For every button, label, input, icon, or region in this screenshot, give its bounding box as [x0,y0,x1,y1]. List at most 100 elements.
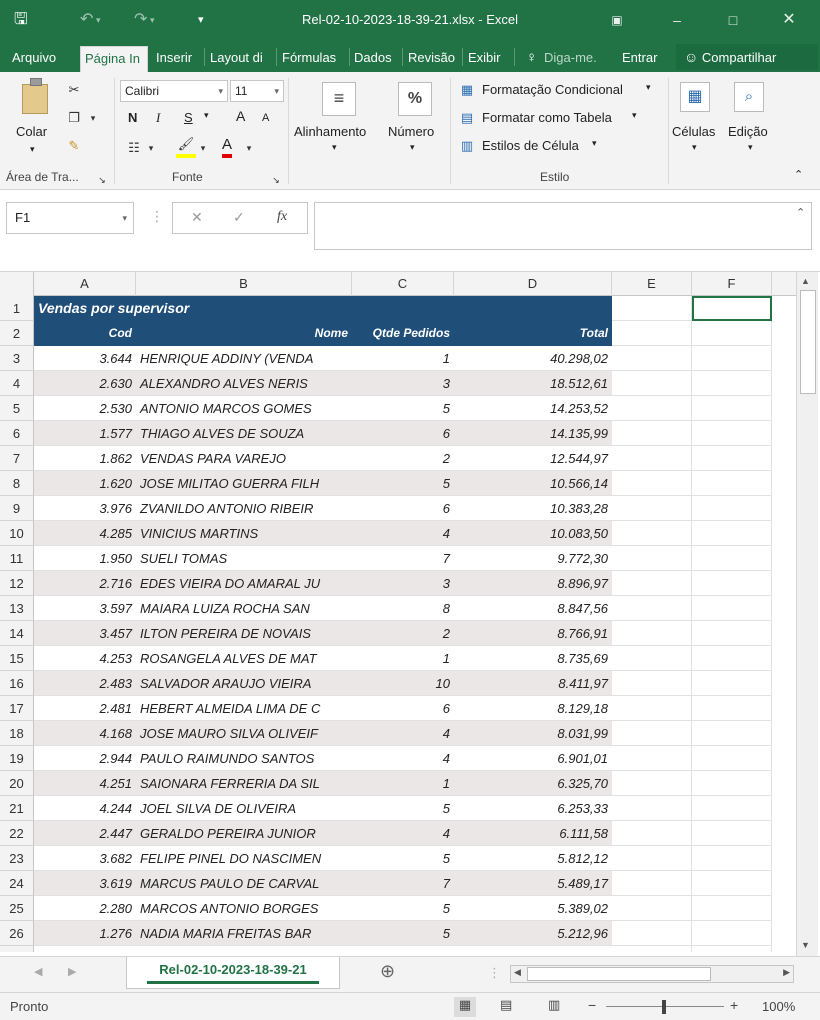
vertical-scrollbar[interactable]: ▲ ▼ [796,272,818,956]
column-header-e[interactable]: E [612,272,692,296]
page-layout-view-icon[interactable]: ▤ [500,997,512,1013]
cell-nome[interactable]: JOSE MILITAO GUERRA FILH [136,471,352,496]
cell-nome[interactable]: MAIARA LUIZA ROCHA SAN [136,596,352,621]
header-qtde[interactable]: Qtde Pedidos [352,321,454,346]
tab-revisao[interactable]: Revisão [404,46,460,72]
cell-nome[interactable]: VINICIUS MARTINS [136,521,352,546]
cell-total[interactable]: 5.389,02 [454,896,612,921]
cell-nome[interactable]: SALVADOR ARAUJO VIEIRA [136,671,352,696]
cell-qtde[interactable]: 6 [352,421,454,446]
row-header[interactable]: 16 [0,671,34,696]
cell[interactable] [692,371,772,396]
cell-cod[interactable]: 2.387 [34,946,136,952]
sheet-tab-active[interactable]: Rel-02-10-2023-18-39-21 [126,957,340,989]
cell[interactable] [612,896,692,921]
tab-dados[interactable]: Dados [350,46,400,72]
cell[interactable] [692,321,772,346]
row-header[interactable]: 7 [0,446,34,471]
font-color-dropdown-icon[interactable]: ▾ [244,138,254,158]
bold-button[interactable]: N [128,110,137,125]
tab-arquivo[interactable]: Arquivo [8,46,60,72]
cell-cod[interactable]: 4.285 [34,521,136,546]
worksheet-grid[interactable]: A B C D E F 1 Vendas por supervisor 2 Co… [0,272,796,952]
cell-cod[interactable]: 3.457 [34,621,136,646]
editing-button[interactable]: Edição [728,124,768,139]
tab-pagina-inicial[interactable]: Página In [80,46,148,72]
cell[interactable] [612,696,692,721]
row-header[interactable]: 26 [0,921,34,946]
cut-icon[interactable]: ✂ [64,80,84,100]
header-total[interactable]: Total [454,321,612,346]
cell-total[interactable]: 18.512,61 [454,371,612,396]
cell-qtde[interactable]: 5 [352,896,454,921]
cell[interactable] [692,346,772,371]
conditional-formatting-button[interactable]: Formatação Condicional [482,82,623,97]
copy-dropdown-icon[interactable]: ▾ [88,108,98,128]
cell-qtde[interactable]: 7 [352,546,454,571]
cell-nome[interactable]: JOSE MAURO SILVA OLIVEIF [136,721,352,746]
selected-cell-f1[interactable] [692,296,772,321]
cell[interactable] [612,296,692,321]
column-header-f[interactable]: F [692,272,772,296]
column-header-a[interactable]: A [34,272,136,296]
row-header[interactable]: 4 [0,371,34,396]
copy-icon[interactable]: ❐ [64,108,84,128]
cell[interactable] [612,496,692,521]
cell[interactable] [692,796,772,821]
name-box[interactable]: F1 ▾ [6,202,134,234]
cell-cod[interactable]: 3.619 [34,871,136,896]
cell[interactable] [692,696,772,721]
row-header[interactable]: 11 [0,546,34,571]
cell-total[interactable]: 6.111,58 [454,821,612,846]
cell-total[interactable]: 5.048,03 [454,946,612,952]
cell-qtde[interactable]: 1 [352,646,454,671]
cell-total[interactable]: 8.031,99 [454,721,612,746]
cell[interactable] [612,621,692,646]
cell-nome[interactable]: HEBERT ALMEIDA LIMA DE C [136,696,352,721]
number-dropdown-icon[interactable]: ▾ [410,142,415,153]
cell-cod[interactable]: 1.577 [34,421,136,446]
fill-color-icon[interactable]: 🖌 [176,134,196,158]
row-header[interactable]: 14 [0,621,34,646]
font-color-button[interactable]: A [222,136,233,158]
font-launcher-icon[interactable]: ↘ [270,170,282,190]
cell-cod[interactable]: 1.620 [34,471,136,496]
maximize-icon[interactable]: □ [718,6,748,34]
cell-nome[interactable]: ZVANILDO ANTONIO RIBEIR [136,496,352,521]
paste-button[interactable]: Colar [16,124,47,139]
horizontal-scrollbar[interactable]: ◀ ▶ [510,965,794,983]
row-header[interactable]: 5 [0,396,34,421]
cell-qtde[interactable]: 2 [352,446,454,471]
column-header-c[interactable]: C [352,272,454,296]
cell-qtde[interactable]: 6 [352,496,454,521]
cell-cod[interactable]: 1.950 [34,546,136,571]
cell-cod[interactable]: 2.530 [34,396,136,421]
ribbon-display-icon[interactable]: ▣ [602,6,632,34]
cell[interactable] [692,396,772,421]
cell-nome[interactable]: MARCUS PAULO DE CARVAL [136,871,352,896]
cell-cod[interactable]: 2.944 [34,746,136,771]
cell-total[interactable]: 10.566,14 [454,471,612,496]
cell[interactable] [612,321,692,346]
row-header[interactable]: 19 [0,746,34,771]
cell[interactable] [692,446,772,471]
cell-nome[interactable]: ROSANGELA ALVES DE MAT [136,646,352,671]
cell[interactable] [692,521,772,546]
number-button[interactable]: Número [388,124,434,139]
cell[interactable] [612,946,692,952]
scroll-left-icon[interactable]: ◀ [514,967,521,978]
cell-qtde[interactable]: 7 [352,871,454,896]
cell-qtde[interactable]: 5 [352,396,454,421]
cell-cod[interactable]: 4.244 [34,796,136,821]
share-button[interactable]: ☺ Compartilhar [676,44,818,70]
cell-cod[interactable]: 3.597 [34,596,136,621]
cell[interactable] [692,871,772,896]
scroll-down-icon[interactable]: ▼ [801,940,810,950]
cell-styles-button[interactable]: Estilos de Célula [482,138,579,153]
cell-nome[interactable]: EDES VIEIRA DO AMARAL JU [136,571,352,596]
collapse-ribbon-icon[interactable]: ⌃ [794,168,803,181]
cell-nome[interactable]: JOEL SILVA DE OLIVEIRA [136,796,352,821]
format-as-table-button[interactable]: Formatar como Tabela [482,110,612,125]
cell[interactable] [612,421,692,446]
cell[interactable] [612,546,692,571]
